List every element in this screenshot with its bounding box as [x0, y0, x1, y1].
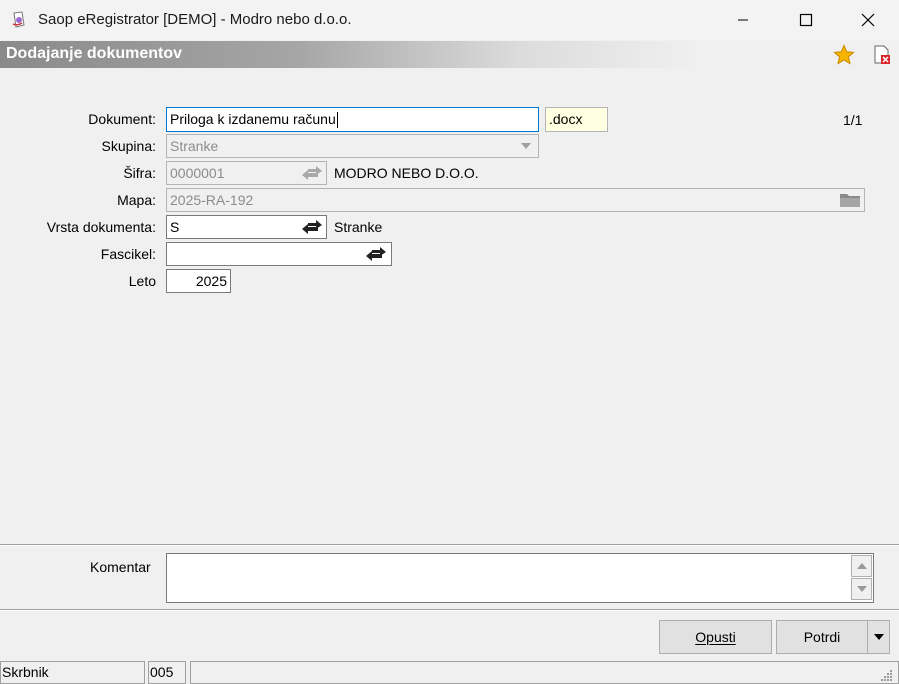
skupina-value: Stranke	[170, 138, 219, 154]
dokument-value: Priloga k izdanemu računu	[170, 111, 336, 127]
window-title: Saop eRegistrator [DEMO] - Modro nebo d.…	[38, 11, 352, 28]
arrow-down-icon	[856, 586, 867, 592]
lookup-arrows-icon[interactable]	[300, 220, 324, 234]
extension-field: .docx	[545, 107, 608, 132]
dokument-label: Dokument:	[88, 111, 156, 127]
vrsta-label: Vrsta dokumenta:	[46, 219, 156, 235]
sifra-label: Šifra:	[123, 165, 156, 181]
lookup-arrows-icon[interactable]	[300, 166, 324, 180]
maximize-button[interactable]	[775, 0, 837, 40]
separator	[0, 544, 899, 546]
leto-label: Leto	[128, 273, 156, 289]
dokument-input[interactable]: Priloga k izdanemu računu	[166, 107, 539, 132]
dialog-header: Dodajanje dokumentov	[0, 41, 899, 68]
minimize-button[interactable]	[712, 0, 774, 40]
status-user: Skrbnik	[0, 661, 145, 684]
minimize-icon	[738, 19, 748, 21]
skupina-select[interactable]: Stranke	[166, 134, 539, 158]
text-caret	[336, 112, 338, 129]
lookup-arrows-icon[interactable]	[364, 247, 388, 261]
confirm-dropdown-button[interactable]	[867, 620, 890, 654]
cancel-button[interactable]: Opusti	[659, 620, 772, 654]
leto-value: 2025	[195, 273, 227, 289]
confirm-button[interactable]: Potrdi	[776, 620, 868, 654]
close-icon	[861, 13, 875, 27]
separator	[0, 609, 899, 611]
mapa-label: Mapa:	[117, 192, 156, 208]
folder-icon[interactable]	[839, 192, 861, 208]
sifra-value: 0000001	[170, 165, 225, 181]
maximize-icon	[799, 13, 813, 27]
close-document-icon[interactable]	[872, 45, 892, 65]
cancel-button-label: Opusti	[695, 629, 736, 645]
close-button[interactable]	[837, 0, 899, 40]
confirm-button-label: Potrdi	[803, 629, 841, 645]
resize-grip-icon[interactable]	[878, 668, 894, 682]
app-logo-icon	[12, 11, 25, 28]
arrow-up-icon	[856, 563, 867, 569]
mapa-input[interactable]: 2025-RA-192	[166, 188, 865, 212]
scroll-down-button[interactable]	[851, 578, 872, 600]
leto-input[interactable]: 2025	[166, 269, 231, 293]
window-titlebar: Saop eRegistrator [DEMO] - Modro nebo d.…	[0, 0, 899, 40]
vrsta-value: S	[170, 219, 180, 235]
status-extra	[190, 661, 899, 684]
fascikel-input[interactable]	[166, 242, 392, 266]
sifra-partner-name: MODRO NEBO D.O.O.	[334, 165, 479, 181]
skupina-label: Skupina:	[101, 138, 156, 154]
page-counter: 1/1	[843, 112, 863, 128]
chevron-down-icon	[521, 143, 531, 149]
status-code: 005	[148, 661, 186, 684]
vrsta-name: Stranke	[334, 219, 383, 235]
scroll-up-button[interactable]	[851, 555, 872, 577]
komentar-label: Komentar	[90, 559, 151, 575]
chevron-down-icon	[873, 634, 884, 640]
favorite-star-icon[interactable]	[833, 44, 855, 66]
dialog-title: Dodajanje dokumentov	[6, 45, 183, 62]
komentar-textarea[interactable]	[166, 553, 874, 603]
fascikel-label: Fascikel:	[100, 246, 156, 262]
mapa-value: 2025-RA-192	[170, 192, 254, 208]
